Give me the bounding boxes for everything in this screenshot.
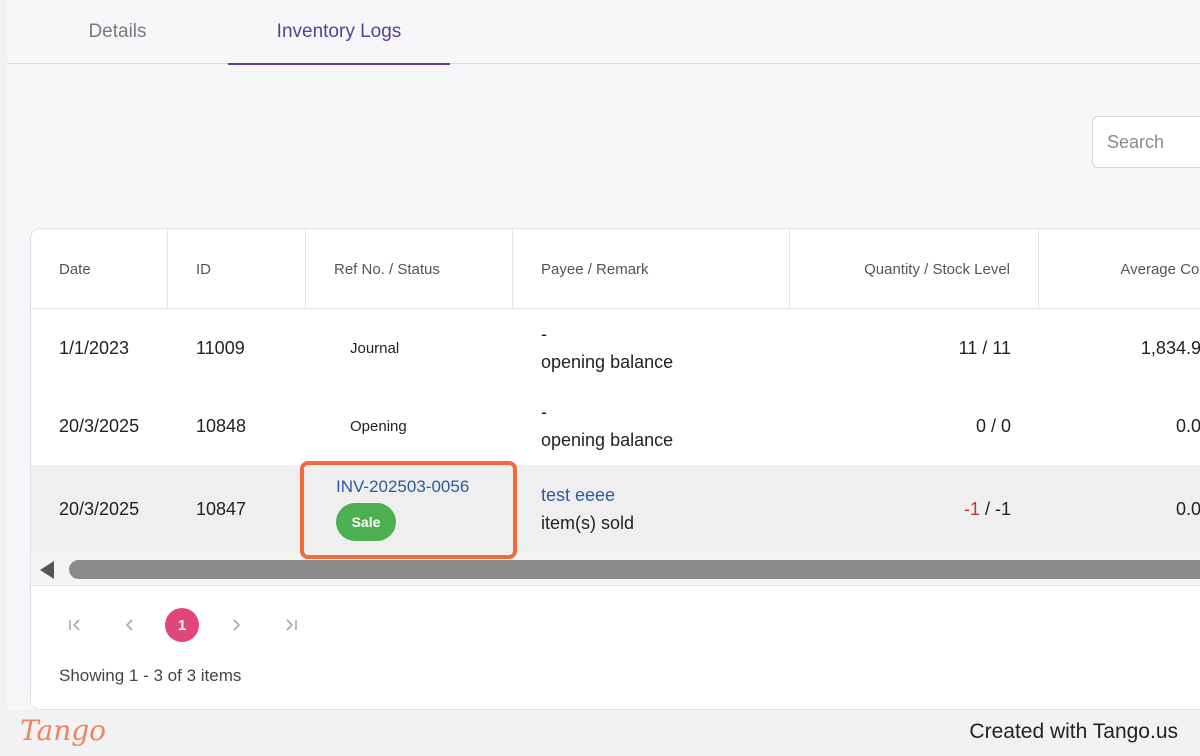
inventory-log-table: Date ID Ref No. / Status Payee / Remark … (30, 228, 1200, 710)
remark-text: opening balance (541, 430, 674, 450)
average-cost-cell: 0.00 (1175, 498, 1200, 519)
quantity-stock-cell: 11 / 11 (958, 337, 1011, 358)
tango-logo: Tango (20, 714, 107, 747)
remark-text: item(s) sold (541, 513, 635, 533)
page-number-button[interactable]: 1 (165, 608, 199, 642)
scrollbar-thumb[interactable] (69, 560, 1200, 579)
quantity-stock-cell: -1 / -1 (963, 498, 1011, 519)
pagination-summary: Showing 1 - 3 of 3 items (59, 666, 242, 685)
app-frame: Details Inventory Logs Date ID Ref No. /… (7, 0, 1200, 710)
quantity-value: -1 (963, 498, 980, 519)
payee-link[interactable]: test eeee (541, 481, 615, 509)
table-row[interactable]: 20/3/2025 10847 INV-202503-0056 Sale tes… (31, 465, 1200, 553)
tab-details[interactable]: Details (7, 0, 228, 64)
quantity-value: 0 (975, 415, 986, 436)
payee-remark-cell: - opening balance (513, 387, 790, 465)
table-row[interactable]: 20/3/2025 10848 Opening - opening balanc… (31, 387, 1200, 465)
date-cell: 20/3/2025 (59, 498, 140, 519)
scroll-left-arrow-icon[interactable] (40, 561, 54, 579)
quantity-value: 11 (958, 337, 978, 358)
footer: Tango Created with Tango.us (0, 710, 1200, 756)
column-header-average-cost[interactable]: Average Cost (1039, 229, 1200, 309)
stock-value: -1 (994, 498, 1011, 519)
search-input[interactable] (1092, 116, 1200, 168)
column-header-quantity-stock[interactable]: Quantity / Stock Level (790, 229, 1039, 309)
horizontal-scrollbar[interactable] (31, 553, 1200, 586)
pagination: 1 Showing 1 - 3 of 3 items (31, 586, 1200, 709)
table-row[interactable]: 1/1/2023 11009 Journal - opening balance… (31, 309, 1200, 387)
column-header-payee-remark[interactable]: Payee / Remark (513, 229, 790, 309)
ref-cell: Journal (350, 339, 400, 357)
id-cell: 11009 (196, 337, 245, 358)
payee-remark-cell: - opening balance (513, 309, 790, 387)
first-page-icon[interactable] (58, 608, 92, 642)
average-cost-cell: 1,834.98 (1140, 337, 1200, 358)
chevron-left-icon[interactable] (113, 608, 147, 642)
id-cell: 10847 (196, 498, 247, 519)
column-header-id[interactable]: ID (168, 229, 306, 309)
invoice-link[interactable]: INV-202503-0056 (336, 477, 469, 497)
column-header-ref-status[interactable]: Ref No. / Status (306, 229, 513, 309)
date-cell: 1/1/2023 (59, 337, 130, 358)
payee-text: - (541, 402, 547, 422)
footer-credit: Created with Tango.us (969, 720, 1178, 743)
remark-text: opening balance (541, 352, 674, 372)
stock-value: 0 (1000, 415, 1011, 436)
ref-cell: Opening (350, 417, 407, 435)
chevron-right-icon[interactable] (219, 608, 253, 642)
last-page-icon[interactable] (274, 608, 308, 642)
average-cost-cell: 0.00 (1175, 415, 1200, 436)
column-header-date[interactable]: Date (31, 229, 168, 309)
ref-status-cell: INV-202503-0056 Sale (306, 465, 513, 553)
payee-remark-cell: test eeee item(s) sold (513, 465, 790, 553)
stock-value: 11 (992, 337, 1011, 358)
date-cell: 20/3/2025 (59, 415, 140, 436)
table-header: Date ID Ref No. / Status Payee / Remark … (31, 229, 1200, 309)
quantity-stock-cell: 0 / 0 (975, 415, 1011, 436)
tab-inventory-logs[interactable]: Inventory Logs (228, 0, 450, 65)
id-cell: 10848 (196, 415, 247, 436)
status-badge: Sale (336, 503, 396, 541)
payee-text: - (541, 324, 547, 344)
tab-bar: Details Inventory Logs (7, 0, 1200, 65)
